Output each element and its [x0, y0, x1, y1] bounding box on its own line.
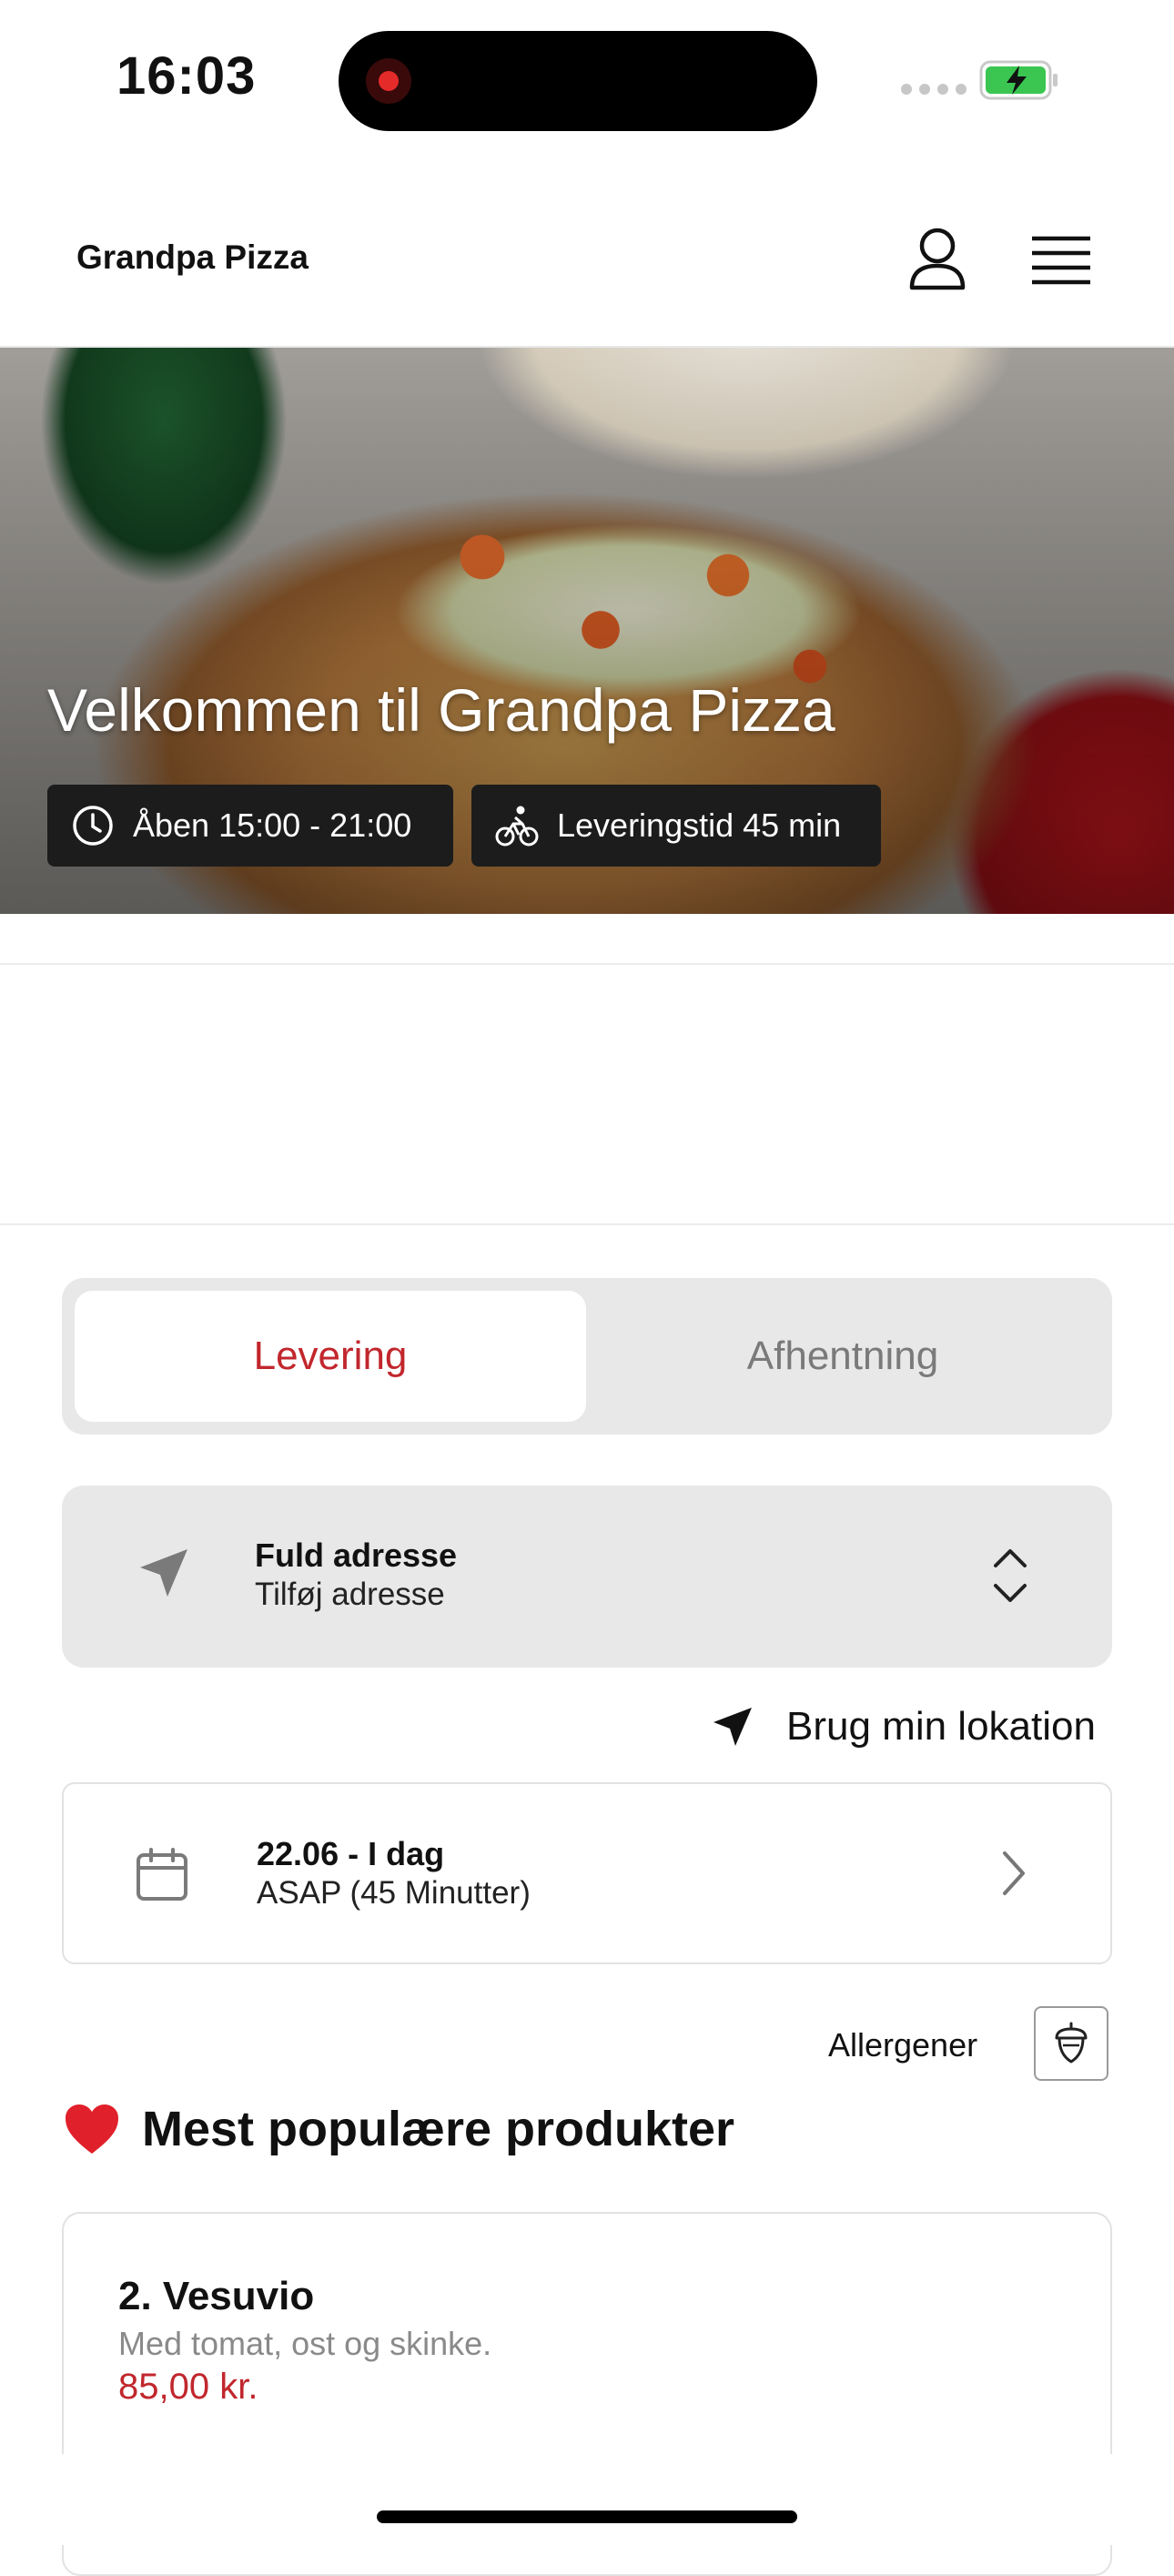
chevron-up-down-icon: [994, 1549, 1027, 1602]
product-name: 2. Vesuvio: [118, 2274, 315, 2318]
hero-title: Velkommen til Grandpa Pizza: [47, 676, 835, 744]
tab-delivery[interactable]: Levering: [75, 1291, 586, 1422]
dynamic-island: [339, 31, 817, 131]
opening-hours-text: Åben 15:00 - 21:00: [133, 806, 412, 844]
section-title-popular: Mest populære produkter: [64, 2101, 734, 2157]
opening-hours-badge: Åben 15:00 - 21:00: [47, 785, 453, 867]
battery-charging-icon: [979, 60, 1058, 100]
delivery-time-badge: Leveringstid 45 min: [471, 785, 881, 867]
calendar-icon: [137, 1848, 187, 1901]
divider: [0, 963, 1174, 965]
schedule-time: ASAP (45 Minutter): [257, 1875, 531, 1911]
divider: [0, 1223, 1174, 1225]
schedule-selector[interactable]: 22.06 - I dag ASAP (45 Minutter): [62, 1782, 1112, 1964]
order-mode-toggle: Levering Afhentning: [62, 1278, 1112, 1435]
address-subtitle: Tilføj adresse: [255, 1577, 445, 1612]
section-title-text: Mest populære produkter: [142, 2102, 735, 2156]
user-icon[interactable]: [901, 222, 974, 295]
use-location-button[interactable]: Brug min lokation: [710, 1695, 1110, 1759]
delivery-time-text: Leveringstid 45 min: [557, 806, 842, 844]
allergens-button[interactable]: [1034, 2006, 1108, 2081]
location-arrow-icon: [714, 1708, 752, 1746]
use-location-label: Brug min lokation: [786, 1704, 1096, 1749]
hero-banner: Velkommen til Grandpa Pizza Åben 15:00 -…: [0, 348, 1174, 914]
status-time: 16:03: [116, 46, 257, 106]
cellular-signal-icon: [901, 84, 967, 95]
product-description: Med tomat, ost og skinke.: [118, 2325, 492, 2362]
acorn-icon: [1055, 2022, 1088, 2064]
product-price: 85,00 kr.: [118, 2367, 258, 2407]
status-bar: 16:03: [0, 0, 1174, 155]
brand-name[interactable]: Grandpa Pizza: [76, 238, 309, 277]
recording-indicator-icon: [366, 58, 411, 104]
menu-icon[interactable]: [1025, 226, 1098, 299]
address-title: Fuld adresse: [255, 1536, 458, 1574]
heart-icon: [66, 2104, 118, 2154]
address-selector[interactable]: Fuld adresse Tilføj adresse: [62, 1486, 1112, 1668]
location-arrow-icon: [140, 1549, 187, 1597]
schedule-date: 22.06 - I dag: [257, 1835, 445, 1872]
app-header: Grandpa Pizza: [0, 173, 1174, 348]
bottom-safe-area: [0, 2454, 1174, 2545]
home-indicator[interactable]: [377, 2510, 797, 2523]
tab-pickup[interactable]: Afhentning: [586, 1291, 1099, 1422]
bike-icon: [495, 806, 539, 847]
allergens-label: Allergener: [828, 2026, 978, 2064]
chevron-right-icon: [1003, 1851, 1025, 1895]
clock-icon: [73, 806, 113, 846]
